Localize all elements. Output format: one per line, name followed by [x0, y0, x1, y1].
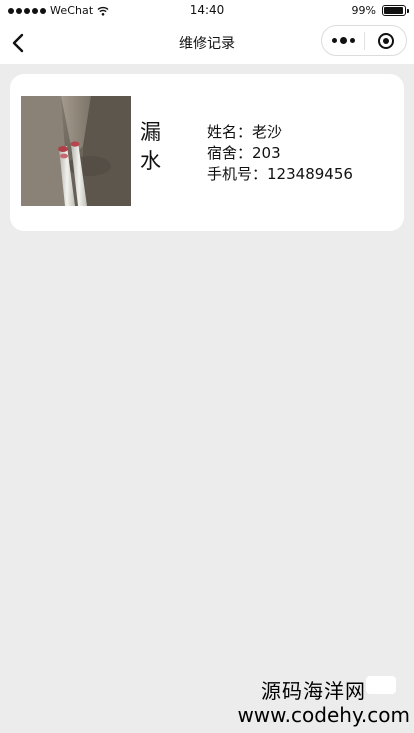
battery-fill: [384, 7, 404, 14]
dorm-row: 宿舍：203: [207, 143, 353, 164]
capsule-menu: [321, 25, 407, 56]
close-miniprogram-button[interactable]: [365, 26, 406, 55]
phone-row: 手机号：123489456: [207, 164, 353, 185]
nav-bar: 维修记录: [0, 22, 414, 64]
status-right: 99%: [351, 4, 409, 17]
more-dots-icon: [331, 38, 337, 43]
dorm-value: 203: [252, 144, 281, 162]
name-value: 老沙: [252, 123, 283, 141]
battery-icon: [382, 5, 409, 16]
watermark-site-name: 源码海洋网: [261, 679, 366, 703]
leak-photo-image: [21, 96, 131, 206]
name-label: 姓名：: [207, 123, 253, 141]
repair-photo: [21, 96, 131, 206]
target-icon: [377, 32, 394, 49]
name-row: 姓名：老沙: [207, 122, 353, 143]
repair-record-card[interactable]: 漏水 姓名：老沙 宿舍：203 手机号：123489456: [10, 74, 404, 231]
record-info: 姓名：老沙 宿舍：203 手机号：123489456: [207, 122, 353, 185]
repair-type: 漏水: [140, 120, 161, 173]
battery-percent: 99%: [351, 4, 376, 17]
dorm-label: 宿舍：: [207, 144, 253, 162]
phone-value: 123489456: [267, 165, 353, 183]
phone-label: 手机号：: [207, 165, 268, 183]
watermark-url: www.codehy.com: [237, 703, 410, 727]
watermark: 源码海洋网 www.codehy.com: [237, 679, 410, 727]
more-button[interactable]: [322, 26, 364, 55]
status-bar: WeChat 14:40 99%: [0, 0, 414, 22]
